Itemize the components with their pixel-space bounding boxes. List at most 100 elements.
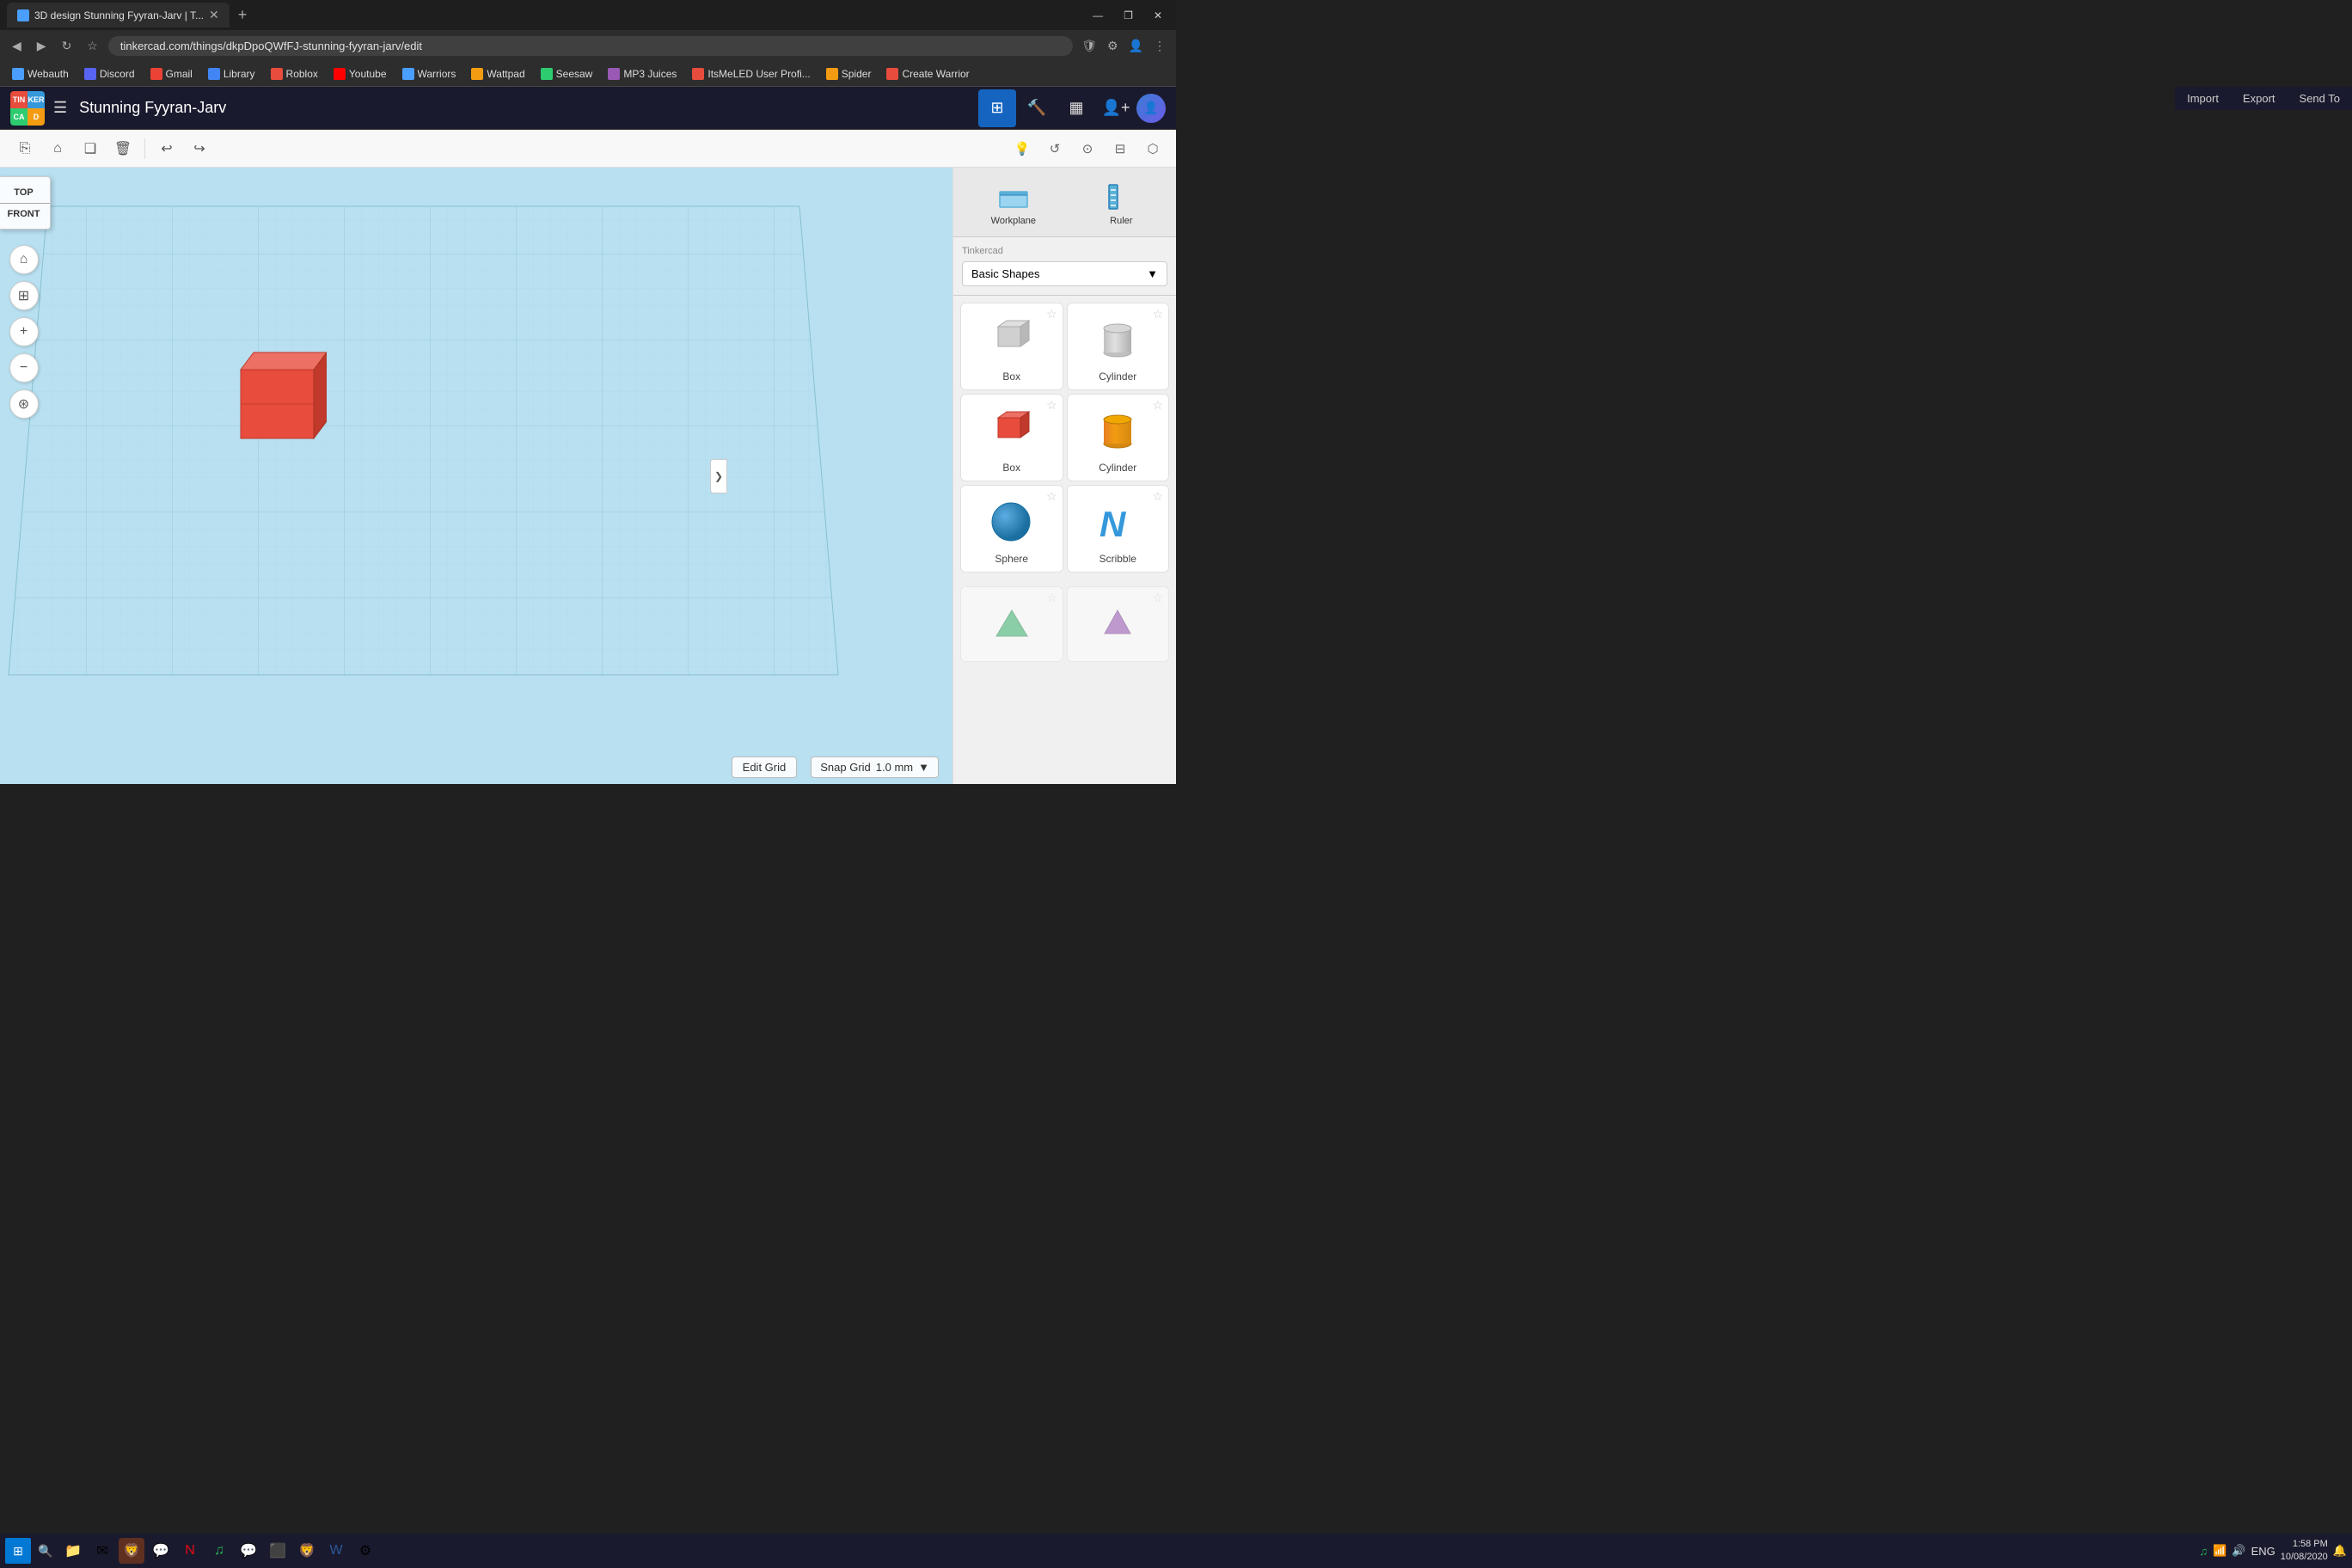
bookmark-createwarrior[interactable]: Create Warrior xyxy=(879,65,976,83)
shape-star-box-red[interactable]: ☆ xyxy=(1046,398,1057,413)
shape-star-extra2[interactable]: ☆ xyxy=(1152,591,1163,605)
redo-button[interactable]: ↪ xyxy=(185,134,214,163)
bookmark-button[interactable]: ☆ xyxy=(82,35,103,57)
shapes-dropdown[interactable]: Basic Shapes ▼ xyxy=(962,261,1167,286)
tinkercad-logo[interactable]: TIN KER CA D xyxy=(10,91,45,126)
taskbar-netflix-icon[interactable]: N xyxy=(177,1538,203,1564)
spotify-tray-icon[interactable]: ♫ xyxy=(2199,1545,2208,1558)
active-tab[interactable]: 3D design Stunning Fyyran-Jarv | T... ✕ xyxy=(7,3,230,28)
bookmark-youtube[interactable]: Youtube xyxy=(327,65,394,83)
close-button[interactable]: ✕ xyxy=(1147,8,1169,23)
back-button[interactable]: ◀ xyxy=(7,35,27,57)
shape-star-cyl-gray[interactable]: ☆ xyxy=(1152,307,1163,322)
undo-button[interactable]: ↩ xyxy=(152,134,181,163)
align-button[interactable]: ⊟ xyxy=(1107,136,1133,162)
taskbar-settings-icon[interactable]: ⚙ xyxy=(352,1538,378,1564)
user-plus-button[interactable]: 👤+ xyxy=(1097,89,1135,127)
maximize-button[interactable]: ❐ xyxy=(1117,8,1140,23)
canvas-area[interactable]: Edit Grid Snap Grid 1.0 mm ▼ ❯ xyxy=(0,168,952,784)
export-button[interactable]: Export xyxy=(2231,87,2288,110)
send-to-button[interactable]: Send To xyxy=(2288,87,2352,110)
view-cube-inner[interactable]: TOP FRONT xyxy=(0,176,51,230)
shape-star-scribble[interactable]: ☆ xyxy=(1152,489,1163,504)
bookmark-webauth[interactable]: Webauth xyxy=(5,65,76,83)
orbit-button[interactable]: ⊛ xyxy=(9,389,39,419)
shape-item-cyl-orange[interactable]: ☆ xyxy=(1067,394,1170,481)
zoom-in-button[interactable]: + xyxy=(9,317,39,346)
shape-item-scribble[interactable]: ☆ N Scribble xyxy=(1067,485,1170,573)
shape-item-box-gray[interactable]: ☆ Box xyxy=(960,303,1063,390)
snap-grid-dropdown-icon[interactable]: ▼ xyxy=(918,761,929,774)
taskbar-clock[interactable]: 1:58 PM 10/08/2020 xyxy=(2281,1538,2328,1565)
project-title[interactable]: Stunning Fyyran-Jarv xyxy=(79,99,970,117)
bookmark-discord[interactable]: Discord xyxy=(77,65,142,83)
taskbar-skype-icon[interactable]: 💬 xyxy=(148,1538,174,1564)
taskbar-browser-icon[interactable]: 🦁 xyxy=(119,1538,144,1564)
simulation-button[interactable]: ▦ xyxy=(1057,89,1095,127)
volume-icon[interactable]: 🔊 xyxy=(2232,1544,2245,1558)
shape-item-extra2[interactable]: ☆ xyxy=(1067,586,1170,662)
start-button[interactable]: ⊞ xyxy=(5,1538,31,1564)
bookmark-spider[interactable]: Spider xyxy=(819,65,879,83)
delete-button[interactable]: 🗑 xyxy=(108,134,138,163)
3d-viewport[interactable]: Edit Grid Snap Grid 1.0 mm ▼ xyxy=(0,168,952,784)
taskbar-discord-icon[interactable]: 💬 xyxy=(236,1538,261,1564)
new-tab-button[interactable]: + xyxy=(233,6,253,24)
shape-item-box-red[interactable]: ☆ Box xyxy=(960,394,1063,481)
panel-expand-button[interactable]: ❯ xyxy=(710,459,727,493)
taskbar-explorer-icon[interactable]: 📁 xyxy=(60,1538,86,1564)
import-button[interactable]: Import xyxy=(2175,87,2231,110)
home-view-button[interactable]: ⌂ xyxy=(9,245,39,274)
url-input[interactable] xyxy=(108,36,1073,56)
bookmark-warriors[interactable]: Warriors xyxy=(395,65,463,83)
brave-shield-icon[interactable]: 🛡 xyxy=(1078,35,1100,57)
view-cube[interactable]: TOP FRONT xyxy=(0,176,51,230)
taskbar-brave-icon[interactable]: 🦁 xyxy=(294,1538,320,1564)
bookmark-wattpad[interactable]: Wattpad xyxy=(464,65,531,83)
taskbar-minecraft-icon[interactable]: ⬛ xyxy=(265,1538,291,1564)
notification-icon[interactable]: 🔔 xyxy=(2333,1544,2347,1558)
workplane-button[interactable]: Workplane xyxy=(991,178,1036,226)
grid-view-button[interactable]: ⊞ xyxy=(978,89,1016,127)
taskbar-word-icon[interactable]: W xyxy=(323,1538,349,1564)
search-button[interactable]: 🔍 xyxy=(34,1540,57,1562)
shape-item-cyl-gray[interactable]: ☆ xyxy=(1067,303,1170,390)
menu-icon[interactable]: ⋮ xyxy=(1150,35,1169,57)
paste-button[interactable]: ⌂ xyxy=(43,134,72,163)
camera-button[interactable]: ⊙ xyxy=(1075,136,1100,162)
reload-button[interactable]: ↻ xyxy=(57,35,77,57)
shape-star-extra1[interactable]: ☆ xyxy=(1046,591,1057,605)
flip-button[interactable]: ⬡ xyxy=(1140,136,1166,162)
profile-icon[interactable]: 👤 xyxy=(1125,35,1147,57)
bookmark-itsme[interactable]: ItsMeLED User Profi... xyxy=(685,65,817,83)
duplicate-button[interactable]: ❑ xyxy=(76,134,105,163)
snap-grid-control[interactable]: Snap Grid 1.0 mm ▼ xyxy=(811,756,939,778)
edit-grid-button[interactable]: Edit Grid xyxy=(732,756,798,778)
minimize-button[interactable]: — xyxy=(1086,8,1110,23)
hamburger-menu-button[interactable]: ☰ xyxy=(53,99,67,117)
bookmark-seesaw[interactable]: Seesaw xyxy=(534,65,600,83)
ruler-button[interactable]: Ruler xyxy=(1104,178,1138,226)
copy-button[interactable]: ⎘ xyxy=(10,134,40,163)
user-avatar[interactable]: 👤 xyxy=(1136,94,1166,123)
extensions-icon[interactable]: ⚙ xyxy=(1104,35,1122,57)
shape-star-box-gray[interactable]: ☆ xyxy=(1046,307,1057,322)
rotate-view-button[interactable]: ↺ xyxy=(1042,136,1068,162)
light-button[interactable]: 💡 xyxy=(1009,136,1035,162)
bookmark-mp3juices[interactable]: MP3 Juices xyxy=(601,65,683,83)
taskbar-spotify-icon[interactable]: ♫ xyxy=(206,1538,232,1564)
zoom-out-button[interactable]: − xyxy=(9,353,39,383)
shape-star-sphere[interactable]: ☆ xyxy=(1046,489,1057,504)
fit-view-button[interactable]: ⊞ xyxy=(9,281,39,310)
forward-button[interactable]: ▶ xyxy=(32,35,52,57)
bookmark-roblox[interactable]: Roblox xyxy=(264,65,325,83)
shape-star-cyl-orange[interactable]: ☆ xyxy=(1152,398,1163,413)
network-icon[interactable]: 📶 xyxy=(2213,1544,2226,1558)
build-mode-button[interactable]: 🔨 xyxy=(1018,89,1056,127)
bookmark-gmail[interactable]: Gmail xyxy=(144,65,199,83)
shape-item-extra1[interactable]: ☆ xyxy=(960,586,1063,662)
3d-red-box[interactable] xyxy=(228,305,327,447)
bookmark-library[interactable]: Library xyxy=(201,65,262,83)
shape-item-sphere[interactable]: ☆ Sphere xyxy=(960,485,1063,573)
tab-close-button[interactable]: ✕ xyxy=(209,8,219,22)
